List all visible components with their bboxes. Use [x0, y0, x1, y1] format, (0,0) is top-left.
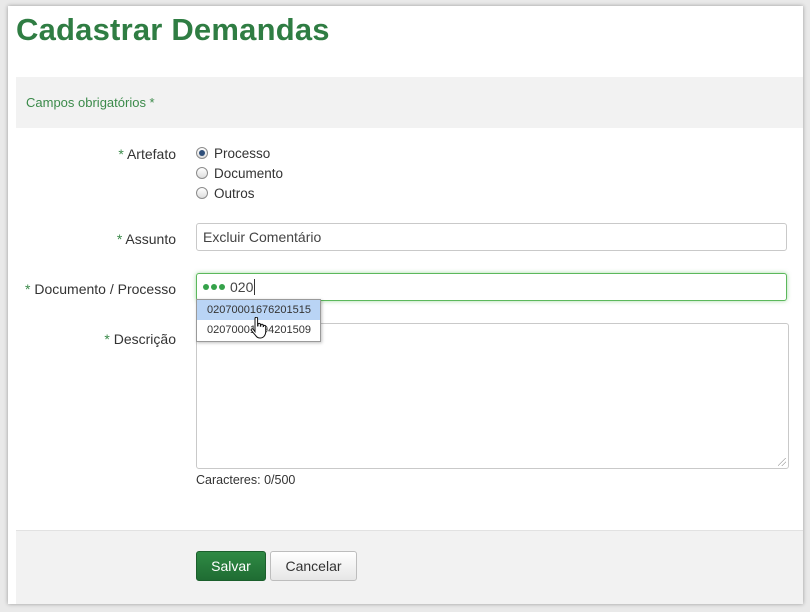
radio-processo[interactable]: Processo [196, 144, 270, 162]
assunto-input[interactable]: Excluir Comentário [196, 223, 787, 251]
loading-dots-icon [203, 284, 225, 290]
radio-processo-label[interactable]: Processo [214, 146, 270, 161]
hand-pointer-icon [250, 317, 266, 339]
radio-outros-label[interactable]: Outros [214, 186, 255, 201]
documento-label: * Documento / Processo [25, 281, 176, 297]
descricao-label-text: Descrição [113, 331, 176, 347]
assunto-input-value: Excluir Comentário [203, 229, 322, 245]
documento-input[interactable]: 020 [196, 273, 787, 301]
radio-documento[interactable]: Documento [196, 164, 283, 182]
required-mark: * [104, 331, 110, 347]
resize-grip-icon[interactable] [778, 458, 786, 466]
descricao-textarea[interactable] [196, 323, 789, 469]
text-caret [254, 279, 256, 295]
radio-outros-input[interactable] [196, 187, 208, 199]
required-fields-bar: Campos obrigatórios * [16, 77, 803, 128]
assunto-label-text: Assunto [125, 231, 176, 247]
documento-label-text: Documento / Processo [34, 281, 176, 297]
save-button[interactable]: Salvar [196, 551, 266, 581]
required-mark: * [118, 146, 124, 162]
artefato-label: * Artefato [118, 146, 176, 162]
descricao-label: * Descrição [104, 331, 176, 347]
artefato-label-text: Artefato [126, 146, 176, 162]
assunto-label: * Assunto [117, 231, 176, 247]
radio-outros[interactable]: Outros [196, 184, 255, 202]
character-counter: Caracteres: 0/500 [196, 473, 296, 487]
documento-input-value: 020 [230, 279, 254, 295]
page-title: Cadastrar Demandas [16, 12, 330, 47]
required-mark: * [116, 231, 123, 247]
required-fields-note: Campos obrigatórios * [26, 95, 155, 110]
radio-processo-input[interactable] [196, 147, 208, 159]
page: Cadastrar Demandas Campos obrigatórios *… [8, 6, 803, 604]
cancel-button[interactable]: Cancelar [270, 551, 357, 581]
radio-documento-label[interactable]: Documento [214, 166, 283, 181]
required-mark: * [25, 281, 31, 297]
form-actions-bar: Salvar Cancelar [16, 530, 803, 604]
radio-documento-input[interactable] [196, 167, 208, 179]
